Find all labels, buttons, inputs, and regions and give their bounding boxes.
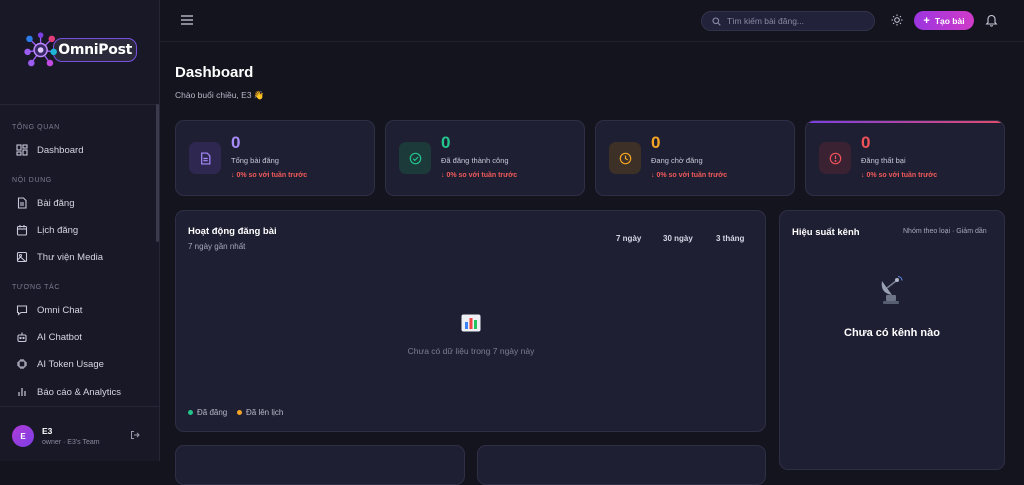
bottom-panel-left <box>175 445 465 485</box>
top-bar: Tìm kiếm bài đăng... + Tạo bài <box>160 0 1024 42</box>
sidebar-scrollbar[interactable] <box>156 104 159 242</box>
sidebar-item-label: Dashboard <box>37 144 84 156</box>
clock-icon <box>609 142 641 174</box>
create-post-label: Tạo bài <box>934 15 965 26</box>
stat-change: ↓ 0% so với tuần trước <box>441 172 518 179</box>
user-role: owner · E3's Team <box>42 439 100 446</box>
sidebar-section-overview: TỔNG QUAN <box>12 124 60 131</box>
stat-label: Đã đăng thành công <box>441 156 509 165</box>
sidebar-item-label: Thư viện Media <box>37 251 104 263</box>
sidebar-item-ai-chatbot[interactable]: AI Chatbot <box>16 326 82 348</box>
sidebar-divider <box>0 104 159 105</box>
channel-title: Hiệu suất kênh <box>792 227 860 238</box>
sidebar-item-posts[interactable]: Bài đăng <box>16 192 75 214</box>
stat-change: ↓ 0% so với tuần trước <box>861 172 938 179</box>
logout-icon[interactable] <box>130 430 140 440</box>
activity-subtitle: 7 ngày gần nhất <box>188 242 246 251</box>
activity-empty-text: Chưa có dữ liệu trong 7 ngày này <box>407 346 535 356</box>
search-input[interactable]: Tìm kiếm bài đăng... <box>701 11 875 31</box>
chip-icon <box>16 358 28 370</box>
chat-icon <box>16 304 28 316</box>
search-icon <box>712 16 721 26</box>
stat-card-failed[interactable]: 0 Đăng thất bại ↓ 0% so với tuần trước <box>805 120 1005 196</box>
sidebar-item-label: Lịch đăng <box>37 224 79 236</box>
legend-published: Đã đăng <box>188 408 227 417</box>
chart-empty-icon <box>461 314 481 332</box>
card-accent-line <box>806 121 1004 123</box>
stat-label: Đang chờ đăng <box>651 156 703 165</box>
search-placeholder: Tìm kiếm bài đăng... <box>727 16 805 26</box>
logo-text: OmniPost <box>53 38 137 62</box>
bottom-panel-right <box>477 445 766 485</box>
stat-value: 0 <box>651 133 661 152</box>
legend-scheduled: Đã lên lịch <box>237 408 283 417</box>
legend-dot <box>188 410 193 415</box>
greeting-text: Chào buổi chiều, E3 👋 <box>175 90 265 100</box>
satellite-dish-icon <box>881 276 903 304</box>
dashboard-grid-icon <box>16 144 28 156</box>
sidebar-item-dashboard[interactable]: Dashboard <box>16 139 83 161</box>
legend-dot <box>237 410 242 415</box>
user-name: E3 <box>42 426 53 436</box>
channel-performance-panel <box>779 210 1005 470</box>
range-7-days[interactable]: 7 ngày <box>616 234 641 243</box>
stat-change: ↓ 0% so với tuần trước <box>651 172 728 179</box>
sidebar-item-reports-analytics[interactable]: Báo cáo & Analytics <box>16 381 121 403</box>
menu-toggle-icon[interactable] <box>180 14 194 26</box>
stat-value: 0 <box>441 133 451 152</box>
sidebar-item-label: AI Token Usage <box>37 358 104 370</box>
logo-network-icon <box>24 32 57 67</box>
avatar[interactable]: E <box>12 425 34 447</box>
sidebar-item-omni-chat[interactable]: Omni Chat <box>16 299 82 321</box>
bell-notification-icon[interactable] <box>985 13 998 27</box>
sidebar-section-content: NỘI DUNG <box>12 177 52 184</box>
sidebar: OmniPost TỔNG QUAN Dashboard NỘI DUNG Bà… <box>0 0 160 461</box>
stat-label: Tổng bài đăng <box>231 156 279 165</box>
document-icon <box>189 142 221 174</box>
sidebar-item-label: Báo cáo & Analytics <box>37 386 121 398</box>
stat-label: Đăng thất bại <box>861 156 906 165</box>
channel-sort-label[interactable]: Nhóm theo loại · Giảm dần <box>903 228 987 235</box>
legend-label: Đã lên lịch <box>246 408 284 417</box>
stat-card-pending[interactable]: 0 Đang chờ đăng ↓ 0% so với tuần trước <box>595 120 795 196</box>
omnipost-logo[interactable]: OmniPost <box>22 28 137 72</box>
alert-circle-icon <box>819 142 851 174</box>
sun-theme-icon[interactable] <box>891 14 903 26</box>
stat-value: 0 <box>861 133 871 152</box>
robot-icon <box>16 331 28 343</box>
check-circle-icon <box>399 142 431 174</box>
user-profile[interactable]: E E3 owner · E3's Team <box>0 406 159 461</box>
plus-icon: + <box>923 14 930 27</box>
stat-change: ↓ 0% so với tuần trước <box>231 172 308 179</box>
bar-chart-icon <box>16 386 28 398</box>
sidebar-item-ai-token-usage[interactable]: AI Token Usage <box>16 353 104 375</box>
legend-label: Đã đăng <box>197 408 228 417</box>
stat-card-total-posts[interactable]: 0 Tổng bài đăng ↓ 0% so với tuần trước <box>175 120 375 196</box>
range-30-days[interactable]: 30 ngày <box>663 234 693 243</box>
sidebar-item-label: AI Chatbot <box>37 331 82 343</box>
range-3-months[interactable]: 3 tháng <box>716 234 744 243</box>
channel-empty-title: Chưa có kênh nào <box>844 327 940 339</box>
sidebar-item-label: Bài đăng <box>37 197 75 209</box>
create-post-button[interactable]: + Tạo bài <box>914 11 974 30</box>
activity-title: Hoạt động đăng bài <box>188 226 277 237</box>
image-icon <box>16 251 28 263</box>
page-title: Dashboard <box>175 64 254 81</box>
stat-value: 0 <box>231 133 241 152</box>
stat-card-published[interactable]: 0 Đã đăng thành công ↓ 0% so với tuần tr… <box>385 120 585 196</box>
sidebar-section-interaction: TƯƠNG TÁC <box>12 284 60 291</box>
document-icon <box>16 197 28 209</box>
calendar-icon <box>16 224 28 236</box>
sidebar-item-media-library[interactable]: Thư viện Media <box>16 246 103 268</box>
sidebar-item-schedule[interactable]: Lịch đăng <box>16 219 78 241</box>
sidebar-item-label: Omni Chat <box>37 304 83 316</box>
